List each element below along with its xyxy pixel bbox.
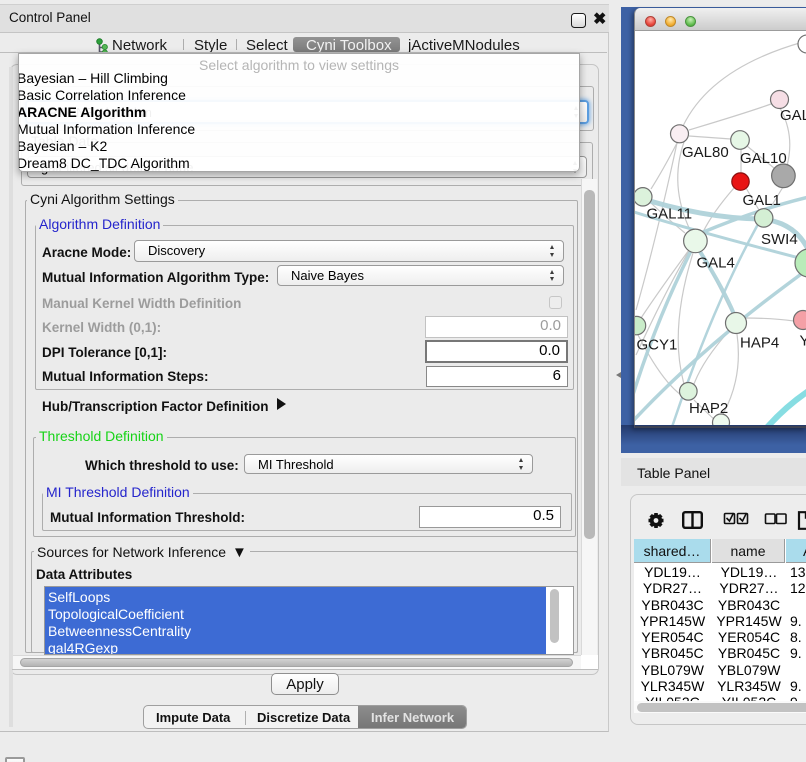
svg-text:GAL3: GAL3 (780, 107, 806, 124)
svg-text:GAL11: GAL11 (647, 206, 693, 223)
svg-text:SWI4: SWI4 (761, 231, 798, 248)
svg-text:GCY1: GCY1 (637, 337, 678, 354)
svg-text:HAP4: HAP4 (740, 335, 779, 352)
svg-text:GAL1: GAL1 (743, 192, 781, 209)
svg-text:GAL80: GAL80 (682, 144, 729, 161)
svg-text:GAL10: GAL10 (740, 150, 787, 167)
svg-text:GAL4: GAL4 (697, 255, 735, 272)
svg-text:HAP2: HAP2 (689, 400, 728, 417)
svg-text:YJ: YJ (800, 333, 806, 350)
